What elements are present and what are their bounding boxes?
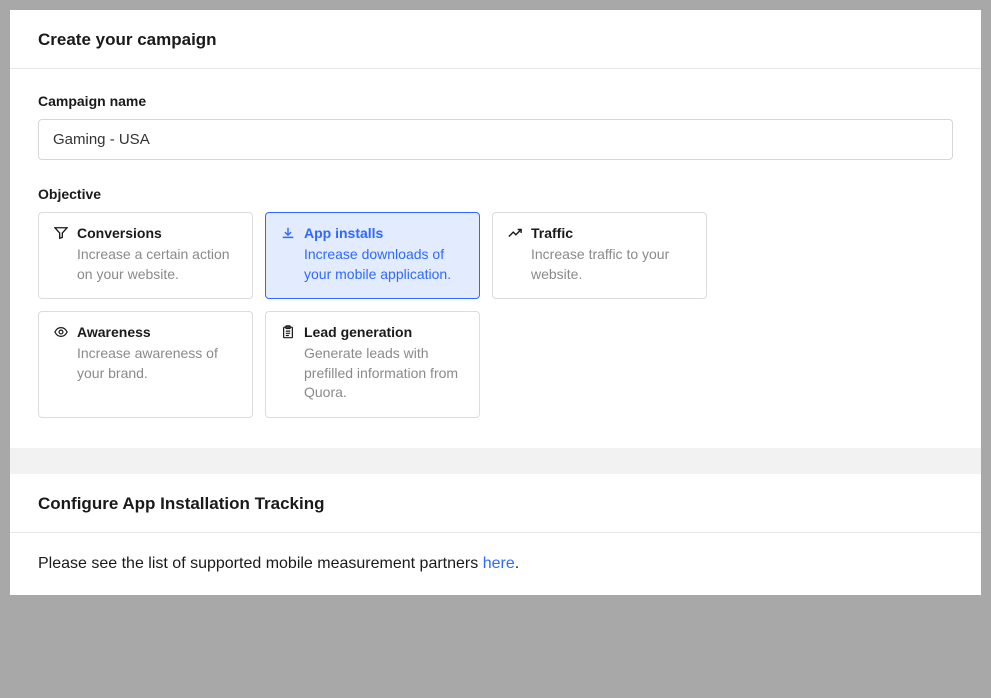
objective-desc: Increase downloads of your mobile applic… [280, 245, 465, 284]
eye-icon [53, 324, 69, 340]
tracking-header: Configure App Installation Tracking [10, 474, 981, 533]
objective-title: Conversions [77, 225, 162, 241]
objective-card-lead-generation[interactable]: Lead generation Generate leads with pref… [265, 311, 480, 418]
clipboard-icon [280, 324, 296, 340]
objective-card-app-installs[interactable]: App installs Increase downloads of your … [265, 212, 480, 299]
tracking-panel: Configure App Installation Tracking Plea… [10, 474, 981, 595]
objective-desc: Generate leads with prefilled informatio… [280, 344, 465, 403]
campaign-panel: Create your campaign Campaign name Objec… [10, 10, 981, 448]
objective-card-conversions[interactable]: Conversions Increase a certain action on… [38, 212, 253, 299]
objective-grid: Conversions Increase a certain action on… [38, 212, 953, 418]
campaign-name-input[interactable] [38, 119, 953, 160]
tracking-text-prefix: Please see the list of supported mobile … [38, 555, 483, 572]
campaign-header-title: Create your campaign [38, 30, 953, 50]
objective-card-awareness[interactable]: Awareness Increase awareness of your bra… [38, 311, 253, 418]
objective-title: Traffic [531, 225, 573, 241]
objective-card-traffic[interactable]: Traffic Increase traffic to your website… [492, 212, 707, 299]
tracking-header-title: Configure App Installation Tracking [38, 494, 953, 514]
campaign-header: Create your campaign [10, 10, 981, 69]
tracking-body: Please see the list of supported mobile … [10, 533, 981, 595]
download-icon [280, 225, 296, 241]
objective-label: Objective [38, 186, 953, 202]
objective-title: Lead generation [304, 324, 412, 340]
tracking-link[interactable]: here [483, 555, 515, 572]
section-divider [10, 448, 981, 474]
tracking-text-suffix: . [515, 555, 519, 572]
trend-up-icon [507, 225, 523, 241]
objective-title: App installs [304, 225, 383, 241]
campaign-name-label: Campaign name [38, 93, 953, 109]
funnel-icon [53, 225, 69, 241]
objective-desc: Increase awareness of your brand. [53, 344, 238, 383]
objective-desc: Increase traffic to your website. [507, 245, 692, 284]
objective-desc: Increase a certain action on your websit… [53, 245, 238, 284]
objective-title: Awareness [77, 324, 151, 340]
campaign-body: Campaign name Objective Conversions Incr… [10, 69, 981, 448]
